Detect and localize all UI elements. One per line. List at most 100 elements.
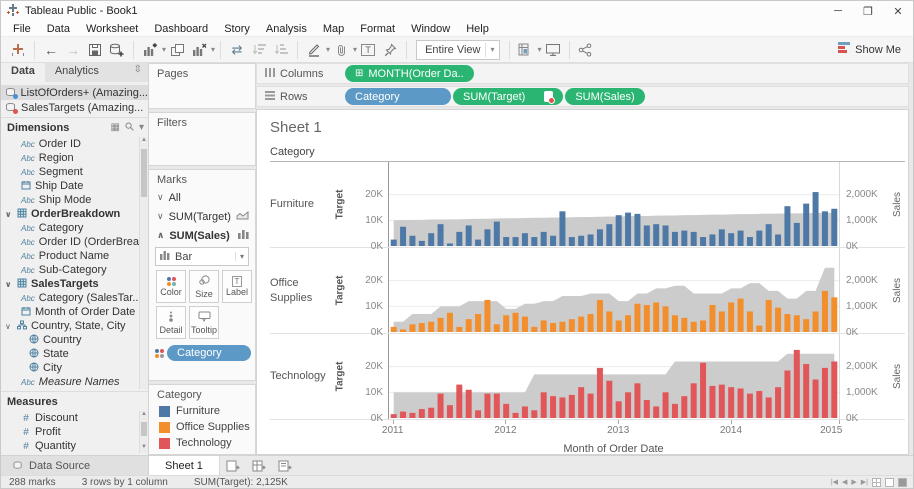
new-worksheet-button[interactable] [139, 39, 161, 61]
field-order-id-orderbrea-[interactable]: AbcOrder ID (OrderBrea... [1, 235, 148, 249]
menu-help[interactable]: Help [458, 23, 497, 35]
sort-ascending-button[interactable] [248, 39, 270, 61]
clear-sheet-caret[interactable]: ▾ [211, 45, 215, 54]
chart-pane-office-supplies[interactable] [388, 248, 839, 333]
tab-data[interactable]: Data [1, 63, 45, 82]
show-filmstrip-button[interactable] [885, 478, 894, 487]
detail-button[interactable]: Detail [156, 306, 186, 339]
layer-caret[interactable]: ∧ [157, 230, 164, 241]
row-label-furniture[interactable]: Furniture [270, 162, 332, 247]
fit-selector[interactable]: Entire View ▾ [416, 40, 499, 60]
new-story-tab-button[interactable] [272, 456, 298, 475]
field-city[interactable]: City [1, 361, 148, 375]
field-ship-mode[interactable]: AbcShip Mode [1, 193, 148, 207]
presentation-mode-button[interactable] [542, 39, 564, 61]
new-worksheet-tab-button[interactable] [220, 456, 246, 475]
field-order-id[interactable]: AbcOrder ID [1, 137, 148, 151]
field-category-salestar-[interactable]: AbcCategory (SalesTar... [1, 291, 148, 305]
pane-pin-icon[interactable]: ⇳ [134, 63, 148, 82]
layer-caret[interactable]: ∨ [157, 211, 164, 222]
menu-analysis[interactable]: Analysis [258, 23, 315, 35]
show-sheet-sorter-button[interactable] [872, 478, 881, 487]
label-button[interactable]: T Label [222, 270, 252, 303]
find-field-icon[interactable] [125, 122, 134, 134]
field-salestargets[interactable]: ∨SalesTargets [1, 277, 148, 291]
field-ship-date[interactable]: Ship Date [1, 179, 148, 193]
legend-item-furniture[interactable]: Furniture [149, 403, 255, 419]
undo-button[interactable]: ← [40, 39, 62, 61]
next-sheet-button[interactable]: ▶ [851, 478, 856, 486]
field-category[interactable]: AbcCategory [1, 221, 148, 235]
field-orderbreakdown[interactable]: ∨OrderBreakdown [1, 207, 148, 221]
marks-category-pill[interactable]: Category [167, 345, 251, 361]
fix-axes-button[interactable] [379, 39, 401, 61]
legend-item-technology[interactable]: Technology [149, 435, 255, 451]
field-country-state-city[interactable]: ∨Country, State, City [1, 319, 148, 333]
tab-analytics[interactable]: Analytics [45, 63, 109, 82]
show-tabs-button[interactable] [898, 478, 907, 487]
pill-category[interactable]: Category [345, 88, 451, 105]
sheet1-tab[interactable]: Sheet 1 [149, 456, 220, 475]
data-source-item[interactable]: SalesTargets (Amazing... [1, 100, 148, 115]
show-mark-labels-button[interactable]: T [357, 39, 379, 61]
rows-shelf[interactable]: Rows CategorySUM(Target)SUM(Sales) [256, 86, 909, 107]
filters-card[interactable]: Filters [149, 112, 256, 166]
field-quantity[interactable]: #Quantity [1, 439, 148, 453]
menu-worksheet[interactable]: Worksheet [78, 23, 146, 35]
highlight-button[interactable] [303, 39, 325, 61]
measures-scrollbar[interactable]: ▲▼ [139, 411, 148, 453]
menu-data[interactable]: Data [39, 23, 78, 35]
show-hide-cards-button[interactable] [515, 39, 537, 61]
columns-shelf[interactable]: Columns ⊞MONTH(Order Da.. [256, 63, 909, 84]
tableau-home-button[interactable] [7, 39, 29, 61]
dimensions-menu-caret[interactable]: ▾ [139, 122, 144, 133]
share-button[interactable] [575, 39, 597, 61]
data-source-item[interactable]: ListOfOrders+ (Amazing... [1, 85, 148, 100]
expand-caret[interactable]: ∨ [5, 210, 13, 219]
sort-descending-button[interactable] [270, 39, 292, 61]
tooltip-button[interactable]: Tooltip [189, 306, 219, 339]
pill-sum-sales-[interactable]: SUM(Sales) [565, 88, 644, 105]
color-button[interactable]: Color [156, 270, 186, 303]
swap-axes-button[interactable]: ⇄ [226, 39, 248, 61]
row-label-office-supplies[interactable]: OfficeSupplies [270, 248, 332, 333]
menu-window[interactable]: Window [403, 23, 458, 35]
new-data-source-button[interactable] [106, 39, 128, 61]
field-sub-category[interactable]: AbcSub-Category [1, 263, 148, 277]
field-product-name[interactable]: AbcProduct Name [1, 249, 148, 263]
last-sheet-button[interactable]: ▶| [861, 478, 868, 486]
pill-sum-target-[interactable]: SUM(Target) [453, 88, 563, 105]
field-discount[interactable]: #Discount [1, 411, 148, 425]
row-label-technology[interactable]: Technology [270, 334, 332, 419]
menu-story[interactable]: Story [216, 23, 258, 35]
save-button[interactable] [84, 39, 106, 61]
field-country[interactable]: Country [1, 333, 148, 347]
chart-pane-furniture[interactable] [388, 162, 839, 247]
field-measure-names[interactable]: AbcMeasure Names [1, 375, 148, 389]
menu-map[interactable]: Map [315, 23, 352, 35]
duplicate-sheet-button[interactable] [166, 39, 188, 61]
close-button[interactable]: ✕ [883, 1, 913, 21]
category-column-header[interactable]: Category [270, 146, 905, 162]
new-dashboard-tab-button[interactable] [246, 456, 272, 475]
mark-type-dropdown[interactable]: Bar ▾ [155, 247, 249, 266]
marks-layer-sum-target-[interactable]: ∨ SUM(Target) [149, 207, 255, 226]
menu-format[interactable]: Format [352, 23, 403, 35]
minimize-button[interactable]: ─ [823, 1, 853, 21]
field-region[interactable]: AbcRegion [1, 151, 148, 165]
field-profit[interactable]: #Profit [1, 425, 148, 439]
menu-dashboard[interactable]: Dashboard [146, 23, 216, 35]
restore-button[interactable]: ❐ [853, 1, 883, 21]
chart-pane-technology[interactable] [388, 334, 839, 419]
group-members-button[interactable] [330, 39, 352, 61]
show-me-button[interactable]: Show Me [838, 42, 907, 57]
data-source-tab[interactable]: Data Source [1, 456, 149, 475]
redo-button[interactable]: → [62, 39, 84, 61]
clear-sheet-button[interactable] [188, 39, 210, 61]
dimensions-scrollbar[interactable]: ▲ [139, 137, 148, 389]
legend-item-office-supplies[interactable]: Office Supplies [149, 419, 255, 435]
view-data-grid-icon[interactable]: ▦ [111, 122, 120, 133]
first-sheet-button[interactable]: |◀ [831, 478, 838, 486]
marks-layer-all[interactable]: ∨ All [149, 188, 255, 207]
marks-layer-sum-sales-[interactable]: ∧ SUM(Sales) [149, 226, 255, 245]
